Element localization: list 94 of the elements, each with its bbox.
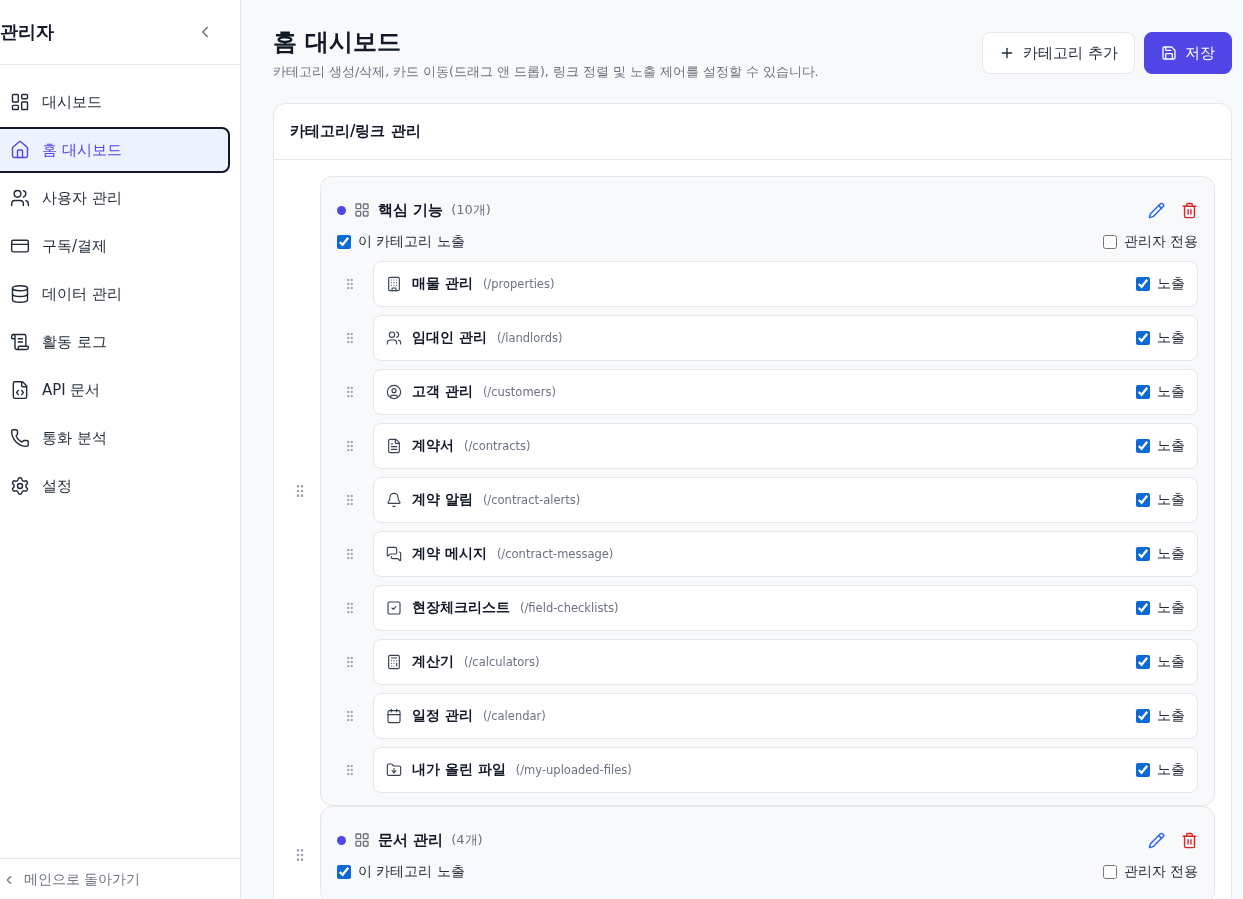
sidebar-title: 관리자 <box>0 20 54 44</box>
link-path: (/contract-alerts) <box>482 493 581 507</box>
sidebar-item[interactable]: 데이터 관리 <box>0 271 230 317</box>
checkbox[interactable] <box>1136 331 1150 345</box>
bell-icon <box>386 492 402 508</box>
checkbox-label: 노출 <box>1157 707 1185 725</box>
database-icon <box>10 284 30 304</box>
checkbox-label: 노출 <box>1157 761 1185 779</box>
delete-button[interactable] <box>1181 831 1198 849</box>
link-name: 계약서 <box>412 437 454 455</box>
link-path: (/customers) <box>482 385 556 399</box>
link-name: 일정 관리 <box>412 707 473 725</box>
link-name: 현장체크리스트 <box>412 599 510 617</box>
checkbox-label: 노출 <box>1157 491 1185 509</box>
checkbox-label: 노출 <box>1157 275 1185 293</box>
checkbox[interactable] <box>1136 763 1150 777</box>
link-name: 계약 메시지 <box>412 545 487 563</box>
panel-title: 카테고리/링크 관리 <box>274 104 1231 160</box>
checkbox-label: 이 카테고리 노출 <box>358 863 465 881</box>
link-name: 내가 올린 파일 <box>412 761 506 779</box>
user-circle-icon <box>386 384 402 400</box>
page-title: 홈 대시보드 <box>273 27 403 58</box>
checkbox[interactable] <box>337 235 351 249</box>
users-icon <box>386 330 402 346</box>
sidebar-item[interactable]: 활동 로그 <box>0 319 230 365</box>
link-name: 고객 관리 <box>412 383 473 401</box>
sidebar-item[interactable]: API 문서 <box>0 367 230 413</box>
checkbox[interactable] <box>1136 277 1150 291</box>
folder-icon <box>386 762 402 778</box>
link-path: (/contracts) <box>464 439 531 453</box>
edit-button[interactable] <box>1148 831 1165 849</box>
card-icon <box>10 236 30 256</box>
dashboard-icon <box>10 92 30 112</box>
checkbox-label: 관리자 전용 <box>1123 863 1198 881</box>
checkbox-label: 노출 <box>1157 545 1185 563</box>
sidebar-item[interactable]: 설정 <box>0 463 230 509</box>
chat-icon <box>386 546 402 562</box>
scroll-icon <box>10 332 30 352</box>
link-path: (/properties) <box>482 277 555 291</box>
phone-icon <box>10 428 30 448</box>
category-count: (10개) <box>451 201 491 219</box>
sidebar-item[interactable]: 통화 분석 <box>0 415 230 461</box>
category-name: 핵심 기능 <box>378 200 444 220</box>
checkbox-label: 노출 <box>1157 383 1185 401</box>
checkbox[interactable] <box>337 865 351 879</box>
edit-button[interactable] <box>1148 201 1165 219</box>
category-name: 문서 관리 <box>378 830 444 850</box>
checkbox[interactable] <box>1102 865 1117 879</box>
sidebar-item[interactable]: 구독/결제 <box>0 223 230 269</box>
checkbox[interactable] <box>1136 547 1150 561</box>
checkbox-label: 노출 <box>1157 329 1185 347</box>
checkbox-label: 노출 <box>1157 653 1185 671</box>
grid-icon <box>354 202 370 218</box>
document-icon <box>386 438 402 454</box>
checkbox[interactable] <box>1102 235 1117 249</box>
link-path: (/my-uploaded-files) <box>515 763 632 777</box>
delete-button[interactable] <box>1181 201 1198 219</box>
link-path: (/contract-message) <box>496 547 614 561</box>
checkbox-label: 이 카테고리 노출 <box>358 233 465 251</box>
checkbox-label: 노출 <box>1157 599 1185 617</box>
checkbox-label: 관리자 전용 <box>1123 233 1198 251</box>
users-icon <box>10 188 30 208</box>
checkbox[interactable] <box>1136 439 1150 453</box>
link-name: 임대인 관리 <box>412 329 487 347</box>
save-icon <box>1161 45 1177 61</box>
link-name: 계약 알림 <box>412 491 473 509</box>
save-button[interactable]: 저장 <box>1144 32 1232 74</box>
settings-icon <box>10 476 30 496</box>
house-icon <box>10 140 30 160</box>
sidebar-item[interactable]: 대시보드 <box>0 79 230 125</box>
link-path: (/landlords) <box>496 331 563 345</box>
checkbox[interactable] <box>1136 493 1150 507</box>
building-icon <box>386 276 402 292</box>
sidebar-item[interactable]: 사용자 관리 <box>0 175 230 221</box>
link-path: (/calendar) <box>482 709 546 723</box>
sidebar-item[interactable]: 홈 대시보드 <box>0 127 230 173</box>
back-link[interactable]: 메인으로 돌아가기 <box>2 871 240 889</box>
checkbox-label: 노출 <box>1157 437 1185 455</box>
page-subtitle: 카테고리 생성/삭제, 카드 이동(드래그 앤 드롭), 링크 정렬 및 노출 제어를 설정할 수 있습니다. <box>273 64 819 81</box>
checkbox[interactable] <box>1136 655 1150 669</box>
link-name: 계산기 <box>412 653 454 671</box>
checkbox[interactable] <box>1136 709 1150 723</box>
checkbox-icon <box>386 600 402 616</box>
code-file-icon <box>10 380 30 400</box>
grid-icon <box>354 832 370 848</box>
checkbox[interactable] <box>1136 601 1150 615</box>
add-category-button[interactable]: 카테고리 추가 <box>982 32 1135 74</box>
link-path: (/calculators) <box>464 655 540 669</box>
category-count: (4개) <box>451 831 483 849</box>
calculator-icon <box>386 654 402 670</box>
calendar-icon <box>386 708 402 724</box>
link-path: (/field-checklists) <box>520 601 619 615</box>
link-name: 매물 관리 <box>412 275 473 293</box>
checkbox[interactable] <box>1136 385 1150 399</box>
